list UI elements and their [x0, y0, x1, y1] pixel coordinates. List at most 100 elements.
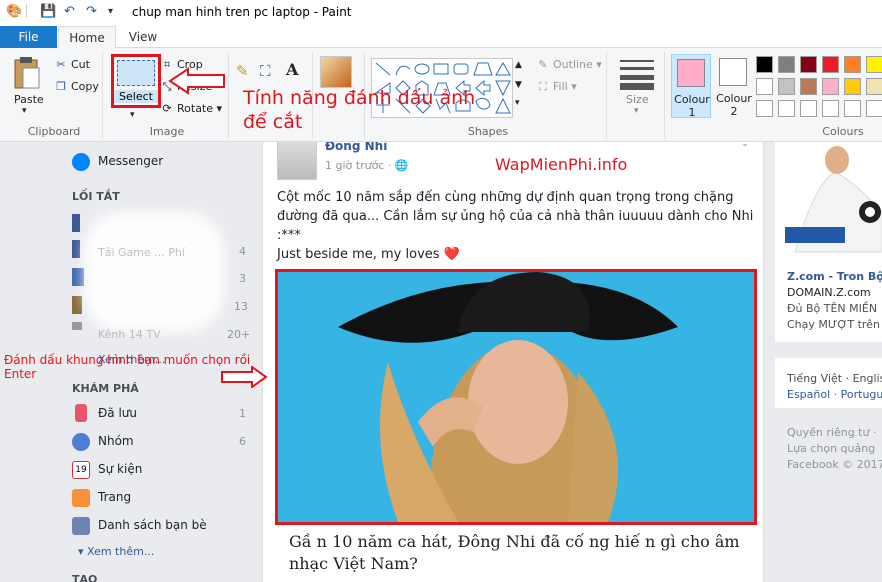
- fill-button[interactable]: ⛶ Fill ▾: [536, 80, 577, 94]
- colour-swatch[interactable]: [822, 56, 839, 73]
- colour-swatch[interactable]: [866, 78, 882, 95]
- nav-friend-lists[interactable]: Danh sách bạn bè: [98, 518, 207, 532]
- colour-swatch[interactable]: [756, 56, 773, 73]
- create-heading: TẠO: [72, 573, 98, 582]
- shortcut-label: Kênh 14 TV: [98, 328, 161, 341]
- paint-canvas[interactable]: Messenger LỐI TẮT Tải Game ... Phí Kênh …: [0, 142, 882, 582]
- tab-file[interactable]: File: [0, 26, 57, 48]
- colour-swatch[interactable]: [866, 100, 882, 117]
- copy-label: Copy: [71, 80, 99, 93]
- nav-saved[interactable]: Đã lưu: [98, 406, 137, 420]
- colour-swatch[interactable]: [756, 100, 773, 117]
- separator: [664, 52, 665, 138]
- paste-label[interactable]: Paste: [14, 93, 44, 106]
- nav-groups[interactable]: Nhóm: [98, 434, 134, 448]
- shapes-more-icon[interactable]: ▾: [515, 98, 520, 108]
- colour-swatch[interactable]: [778, 56, 795, 73]
- colour-swatch[interactable]: [844, 56, 861, 73]
- tab-home[interactable]: Home: [58, 26, 116, 49]
- colour2-button[interactable]: Colour 2: [714, 54, 754, 118]
- customize-quick-access-icon[interactable]: ▾: [108, 6, 113, 17]
- separator: [606, 52, 607, 138]
- copy-icon: ❐: [56, 80, 66, 93]
- globe-icon: 🌐: [394, 159, 409, 172]
- copy-button[interactable]: ❐ Copy: [54, 80, 99, 93]
- post-time: 1 giờ trước · 🌐: [325, 159, 409, 172]
- post-link-caption[interactable]: Gầ n 10 năm ca hát, Đông Nhi đã cố ng hi…: [289, 531, 740, 575]
- nav-count: 6: [239, 435, 246, 448]
- nav-messenger[interactable]: Messenger: [98, 154, 163, 168]
- tab-view[interactable]: View: [118, 26, 168, 49]
- shapes-scroll-up-icon[interactable]: ▲: [515, 60, 522, 70]
- shortcut-count: 20+: [227, 328, 251, 341]
- colour-swatch[interactable]: [866, 56, 882, 73]
- colour-swatch[interactable]: [800, 78, 817, 95]
- post-options-icon[interactable]: ⌄: [741, 142, 749, 149]
- colour-swatch[interactable]: [756, 78, 773, 95]
- nav-count: 1: [239, 407, 246, 420]
- fill-bucket-icon[interactable]: ⛶: [260, 62, 271, 80]
- colour2-label: Colour 2: [716, 92, 752, 118]
- pencil-icon[interactable]: ✎: [236, 62, 249, 80]
- events-icon: 19: [72, 461, 90, 479]
- avatar: [277, 142, 317, 180]
- nav-events[interactable]: Sự kiện: [98, 462, 142, 476]
- outline-button[interactable]: ✎ Outline ▾: [536, 58, 601, 71]
- nav-pages[interactable]: Trang: [98, 490, 131, 504]
- facebook-post: Đông Nhi 1 giờ trước · 🌐 ⌄ Cột mốc 10 nă…: [262, 142, 764, 582]
- pages-icon: [72, 489, 90, 507]
- colour-swatch[interactable]: [800, 100, 817, 117]
- redo-icon[interactable]: ↷: [86, 4, 97, 19]
- ad-line: Chạy MƯỢT trên: [787, 318, 880, 331]
- text-tool-icon[interactable]: A: [286, 60, 298, 79]
- footer-link[interactable]: Lựa chọn quảng: [787, 441, 882, 457]
- blurred-shortcuts: Tải Game ... Phí Kênh 14 TV: [72, 212, 224, 341]
- brushes-icon[interactable]: [320, 56, 352, 88]
- facebook-right-column: Z.com - Tron Bộ V DOMAIN.Z.com Đủ Bộ TÊN…: [775, 142, 882, 582]
- colour1-button[interactable]: Colour 1: [671, 54, 711, 119]
- languages-line[interactable]: Español · Portugu: [787, 388, 882, 401]
- title-bar: 🎨 💾 ↶ ↷ ▾ chup man hinh tren pc laptop -…: [0, 0, 882, 26]
- shortcuts-heading: LỐI TẮT: [72, 190, 120, 203]
- rotate-icon: ⟳: [162, 102, 172, 115]
- instruction-annotation: Đánh dấu khung hình bạn muốn chọn rồi En…: [4, 353, 251, 381]
- rotate-button[interactable]: ⟳ Rotate ▾: [160, 102, 222, 115]
- size-dropdown-icon[interactable]: ▾: [634, 106, 639, 116]
- size-label: Size: [626, 93, 649, 106]
- footer-link[interactable]: Quyền riêng tư ·: [787, 425, 882, 441]
- select-button[interactable]: Select: [111, 54, 161, 108]
- post-photo: [278, 272, 754, 522]
- select-label: Select: [114, 90, 158, 103]
- select-dropdown-icon[interactable]: ▾: [130, 110, 135, 120]
- colour-swatch[interactable]: [822, 78, 839, 95]
- ad-card[interactable]: Z.com - Tron Bộ V DOMAIN.Z.com Đủ Bộ TÊN…: [775, 142, 882, 342]
- cut-button[interactable]: ✂ Cut: [54, 58, 90, 71]
- colour1-label: Colour 1: [674, 93, 710, 119]
- shapes-scroll-down-icon[interactable]: ▼: [515, 80, 522, 90]
- rotate-label: Rotate: [177, 102, 214, 115]
- paste-dropdown-icon[interactable]: ▾: [22, 106, 27, 116]
- languages-line[interactable]: Tiếng Việt · Englis: [787, 372, 882, 385]
- size-button[interactable]: [620, 58, 654, 90]
- undo-icon[interactable]: ↶: [64, 4, 75, 19]
- colour2-swatch: [719, 58, 747, 86]
- select-rectangle-icon: [117, 60, 155, 86]
- friend-lists-icon: [72, 517, 90, 535]
- colour-swatch[interactable]: [778, 78, 795, 95]
- save-icon[interactable]: 💾: [40, 4, 56, 19]
- outline-icon: ✎: [538, 58, 548, 71]
- colour-swatch[interactable]: [822, 100, 839, 117]
- post-image-selection[interactable]: [275, 269, 757, 525]
- colour-swatch[interactable]: [844, 100, 861, 117]
- paste-button[interactable]: [12, 56, 42, 92]
- colour-swatch[interactable]: [844, 78, 861, 95]
- ad-image: [775, 142, 882, 262]
- ad-line: Đủ Bộ TÊN MIỀN: [787, 302, 878, 315]
- colour-swatch[interactable]: [800, 56, 817, 73]
- ad-title[interactable]: Z.com - Tron Bộ V: [787, 270, 882, 283]
- group-clipboard-label: Clipboard: [27, 125, 81, 138]
- post-author[interactable]: Đông Nhi: [325, 142, 387, 153]
- nav-see-more-explore[interactable]: ▾ Xem thêm...: [78, 545, 154, 558]
- watermark-text: WapMienPhi.info: [495, 155, 628, 174]
- colour-swatch[interactable]: [778, 100, 795, 117]
